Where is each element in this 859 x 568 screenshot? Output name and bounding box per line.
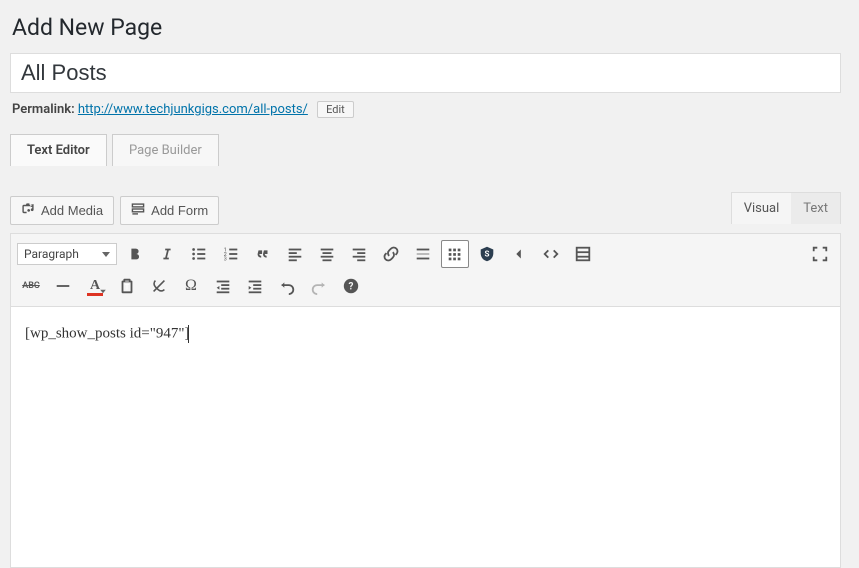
add-form-label: Add Form [151, 203, 208, 218]
page-title: Add New Page [12, 14, 841, 41]
add-media-button[interactable]: Add Media [10, 196, 114, 225]
indent-icon[interactable] [241, 272, 269, 300]
caret-left-icon[interactable] [505, 240, 533, 268]
editor-box: Paragraph 123 S ABC A T [10, 233, 841, 568]
outdent-icon[interactable] [209, 272, 237, 300]
distraction-free-icon[interactable] [806, 240, 834, 268]
format-label: Paragraph [24, 247, 79, 261]
post-title-input[interactable] [10, 53, 841, 93]
toolbar-toggle-icon[interactable] [441, 240, 469, 268]
editor-toolbar: Paragraph 123 S ABC A T [11, 234, 840, 307]
numbered-list-icon[interactable]: 123 [217, 240, 245, 268]
paste-text-icon[interactable]: T [113, 272, 141, 300]
align-center-icon[interactable] [313, 240, 341, 268]
code-icon[interactable] [537, 240, 565, 268]
editor-content[interactable]: [wp_show_posts id="947"] [11, 307, 840, 567]
tab-text-editor[interactable]: Text Editor [10, 134, 107, 166]
quote-icon[interactable] [249, 240, 277, 268]
format-select[interactable]: Paragraph [17, 243, 117, 265]
clear-format-icon[interactable] [145, 272, 173, 300]
permalink-row: Permalink: http://www.techjunkgigs.com/a… [12, 101, 841, 118]
hr-icon[interactable] [49, 272, 77, 300]
link-icon[interactable] [377, 240, 405, 268]
italic-icon[interactable] [153, 240, 181, 268]
shield-icon[interactable]: S [473, 240, 501, 268]
redo-icon[interactable] [305, 272, 333, 300]
builder-tabs: Text Editor Page Builder [10, 134, 841, 166]
text-color-icon[interactable]: A [81, 272, 109, 300]
bullet-list-icon[interactable] [185, 240, 213, 268]
chevron-down-icon [102, 252, 110, 257]
help-icon[interactable]: ? [337, 272, 365, 300]
blocks-icon[interactable] [569, 240, 597, 268]
strikethrough-icon[interactable]: ABC [17, 272, 45, 300]
camera-music-icon [21, 202, 35, 219]
add-media-label: Add Media [41, 203, 103, 218]
text-cursor [188, 325, 189, 343]
add-form-button[interactable]: Add Form [120, 196, 219, 225]
tab-text[interactable]: Text [791, 193, 840, 224]
bold-icon[interactable] [121, 240, 149, 268]
align-left-icon[interactable] [281, 240, 309, 268]
undo-icon[interactable] [273, 272, 301, 300]
tab-visual[interactable]: Visual [732, 193, 792, 224]
permalink-link[interactable]: http://www.techjunkgigs.com/all-posts/ [78, 102, 308, 117]
form-icon [131, 202, 145, 219]
special-char-icon[interactable]: Ω [177, 272, 205, 300]
svg-text:?: ? [349, 282, 354, 293]
insert-more-icon[interactable] [409, 240, 437, 268]
content-text: [wp_show_posts id="947"] [25, 325, 189, 341]
edit-permalink-button[interactable]: Edit [317, 101, 354, 118]
permalink-label: Permalink: [12, 102, 75, 117]
svg-text:T: T [125, 283, 130, 292]
svg-text:S: S [485, 249, 490, 259]
align-right-icon[interactable] [345, 240, 373, 268]
svg-text:3: 3 [224, 256, 227, 262]
tab-page-builder[interactable]: Page Builder [112, 134, 219, 166]
editor-view-tabs: Visual Text [731, 192, 841, 224]
